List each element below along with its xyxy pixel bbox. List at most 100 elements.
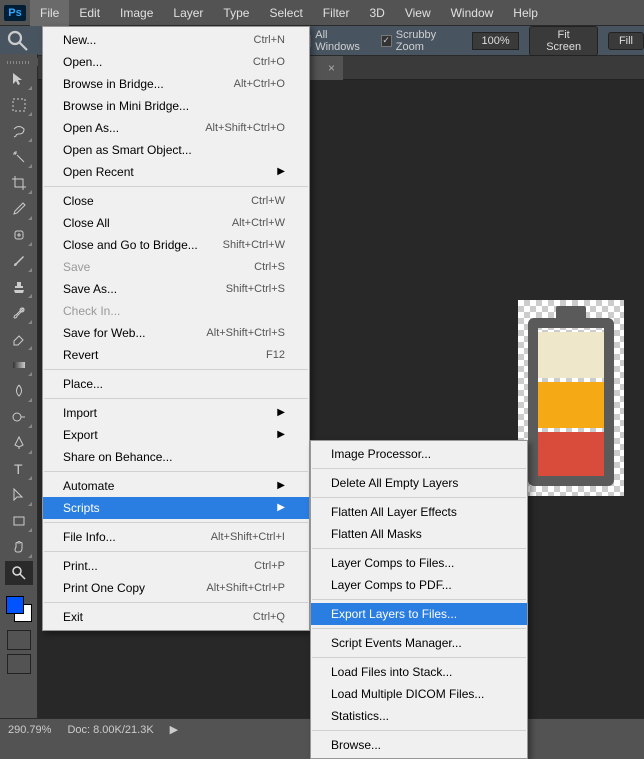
scripts-menu-item-load-multiple-dicom-files[interactable]: Load Multiple DICOM Files... — [311, 683, 527, 705]
scripts-menu-item-layer-comps-to-files[interactable]: Layer Comps to Files... — [311, 552, 527, 574]
file-menu-item-save: SaveCtrl+S — [43, 256, 309, 278]
scripts-menu-item-flatten-all-layer-effects[interactable]: Flatten All Layer Effects — [311, 501, 527, 523]
file-menu-item-file-info[interactable]: File Info...Alt+Shift+Ctrl+I — [43, 526, 309, 548]
scripts-menu-item-browse[interactable]: Browse... — [311, 734, 527, 756]
lasso-tool[interactable] — [5, 119, 33, 143]
file-menu-item-open-as[interactable]: Open As...Alt+Shift+Ctrl+O — [43, 117, 309, 139]
file-menu-item-save-as[interactable]: Save As...Shift+Ctrl+S — [43, 278, 309, 300]
menu-separator — [312, 628, 526, 629]
menu-separator — [312, 657, 526, 658]
scripts-menu-item-image-processor[interactable]: Image Processor... — [311, 443, 527, 465]
file-menu-item-print-one-copy[interactable]: Print One CopyAlt+Shift+Ctrl+P — [43, 577, 309, 599]
brush-tool[interactable] — [5, 249, 33, 273]
menu-separator — [312, 548, 526, 549]
file-menu-item-place[interactable]: Place... — [43, 373, 309, 395]
eyedropper-tool[interactable] — [5, 197, 33, 221]
file-menu-item-save-for-web[interactable]: Save for Web...Alt+Shift+Ctrl+S — [43, 322, 309, 344]
clone-stamp-tool[interactable] — [5, 275, 33, 299]
foreground-color-swatch[interactable] — [6, 596, 24, 614]
file-menu-item-scripts[interactable]: Scripts▶ — [43, 497, 309, 519]
menu-separator — [312, 599, 526, 600]
path-selection-tool[interactable] — [5, 483, 33, 507]
rectangle-tool[interactable] — [5, 509, 33, 533]
color-swatches[interactable] — [4, 594, 34, 624]
menu-layer[interactable]: Layer — [163, 0, 213, 26]
scripts-menu-item-flatten-all-masks[interactable]: Flatten All Masks — [311, 523, 527, 545]
ps-logo: Ps — [0, 0, 30, 26]
file-menu-item-close-all[interactable]: Close AllAlt+Ctrl+W — [43, 212, 309, 234]
file-menu-item-new[interactable]: New...Ctrl+N — [43, 29, 309, 51]
scripts-menu-item-layer-comps-to-pdf[interactable]: Layer Comps to PDF... — [311, 574, 527, 596]
menu-separator — [44, 602, 308, 603]
toolbox-handle-icon[interactable] — [0, 58, 38, 66]
eraser-tool[interactable] — [5, 327, 33, 351]
menu-help[interactable]: Help — [503, 0, 548, 26]
scripts-menu-item-load-files-into-stack[interactable]: Load Files into Stack... — [311, 661, 527, 683]
blur-tool[interactable] — [5, 379, 33, 403]
type-tool[interactable]: T — [5, 457, 33, 481]
zoom-tool-icon — [6, 29, 30, 53]
zoom-tool[interactable] — [5, 561, 33, 585]
menu-image[interactable]: Image — [110, 0, 163, 26]
menu-window[interactable]: Window — [441, 0, 504, 26]
close-tab-icon[interactable]: × — [328, 56, 335, 80]
file-menu-item-open[interactable]: Open...Ctrl+O — [43, 51, 309, 73]
gradient-tool[interactable] — [5, 353, 33, 377]
menu-select[interactable]: Select — [259, 0, 312, 26]
zoom-level[interactable]: 290.79% — [8, 724, 51, 736]
file-menu-item-share-on-behance[interactable]: Share on Behance... — [43, 446, 309, 468]
history-brush-tool[interactable] — [5, 301, 33, 325]
scripts-menu-item-statistics[interactable]: Statistics... — [311, 705, 527, 727]
file-menu-item-browse-in-bridge[interactable]: Browse in Bridge...Alt+Ctrl+O — [43, 73, 309, 95]
menubar-items: FileEditImageLayerTypeSelectFilter3DView… — [30, 0, 548, 26]
file-menu-item-revert[interactable]: RevertF12 — [43, 344, 309, 366]
menu-separator — [44, 471, 308, 472]
status-arrow-icon[interactable]: ▶ — [170, 723, 178, 736]
file-menu-item-browse-in-mini-bridge[interactable]: Browse in Mini Bridge... — [43, 95, 309, 117]
zoom-100-button[interactable]: 100% — [472, 32, 519, 50]
menu-3d[interactable]: 3D — [359, 0, 394, 26]
magic-wand-tool[interactable] — [5, 145, 33, 169]
pen-tool[interactable] — [5, 431, 33, 455]
battery-artwork — [518, 300, 624, 496]
quick-mask-button[interactable] — [7, 630, 31, 650]
scripts-menu-item-export-layers-to-files[interactable]: Export Layers to Files... — [311, 603, 527, 625]
file-menu-item-open-recent[interactable]: Open Recent▶ — [43, 161, 309, 183]
menu-file[interactable]: File — [30, 0, 69, 26]
hand-tool[interactable] — [5, 535, 33, 559]
menu-bar: Ps FileEditImageLayerTypeSelectFilter3DV… — [0, 0, 644, 26]
menu-separator — [312, 730, 526, 731]
all-windows-checkbox[interactable]: All Windows — [300, 29, 371, 53]
toolbox: T — [0, 54, 38, 718]
file-menu-item-close[interactable]: CloseCtrl+W — [43, 190, 309, 212]
screen-mode-button[interactable] — [7, 654, 31, 674]
file-menu-item-check-in: Check In... — [43, 300, 309, 322]
scripts-menu-item-delete-all-empty-layers[interactable]: Delete All Empty Layers — [311, 472, 527, 494]
file-menu-item-exit[interactable]: ExitCtrl+Q — [43, 606, 309, 628]
crop-tool[interactable] — [5, 171, 33, 195]
file-menu-item-print[interactable]: Print...Ctrl+P — [43, 555, 309, 577]
move-tool[interactable] — [5, 67, 33, 91]
scripts-submenu: Image Processor... Delete All Empty Layer… — [310, 440, 528, 759]
menu-filter[interactable]: Filter — [313, 0, 360, 26]
dodge-tool[interactable] — [5, 405, 33, 429]
marquee-tool[interactable] — [5, 93, 33, 117]
file-menu-item-import[interactable]: Import▶ — [43, 402, 309, 424]
menu-separator — [44, 522, 308, 523]
file-menu-item-open-as-smart-object[interactable]: Open as Smart Object... — [43, 139, 309, 161]
menu-view[interactable]: View — [395, 0, 441, 26]
healing-brush-tool[interactable] — [5, 223, 33, 247]
fit-screen-button[interactable]: Fit Screen — [529, 26, 598, 56]
menu-type[interactable]: Type — [213, 0, 259, 26]
menu-separator — [44, 551, 308, 552]
fill-screen-button[interactable]: Fill — [608, 32, 644, 50]
file-menu-item-close-and-go-to-bridge[interactable]: Close and Go to Bridge...Shift+Ctrl+W — [43, 234, 309, 256]
menu-separator — [44, 398, 308, 399]
scrubby-zoom-checkbox[interactable]: ✓Scrubby Zoom — [381, 29, 462, 53]
menu-edit[interactable]: Edit — [69, 0, 110, 26]
scripts-menu-item-script-events-manager[interactable]: Script Events Manager... — [311, 632, 527, 654]
doc-size: Doc: 8.00K/21.3K — [67, 724, 153, 736]
file-menu-item-automate[interactable]: Automate▶ — [43, 475, 309, 497]
file-menu-item-export[interactable]: Export▶ — [43, 424, 309, 446]
svg-text:T: T — [14, 461, 23, 477]
